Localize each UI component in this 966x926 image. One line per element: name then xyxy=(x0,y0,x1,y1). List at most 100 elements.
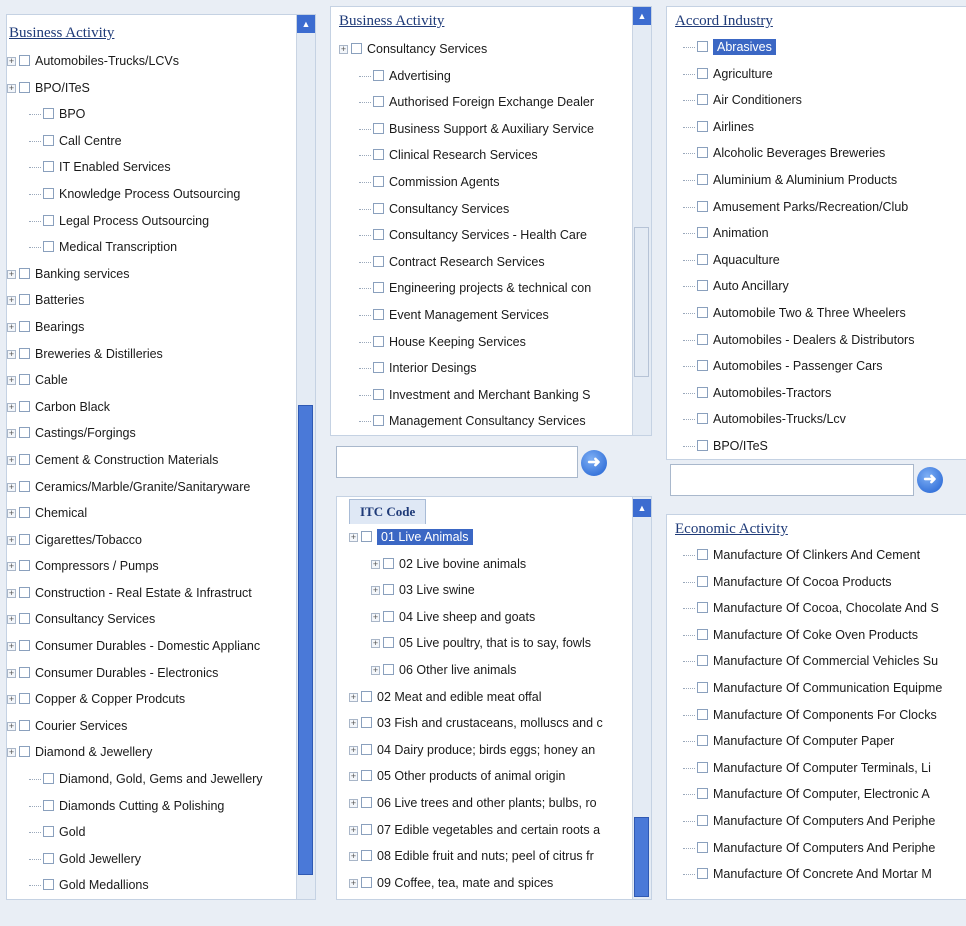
tree-item[interactable]: BPO/ITeS xyxy=(673,434,966,459)
tree-item[interactable]: +01 Live Animals xyxy=(339,525,631,552)
checkbox-icon[interactable] xyxy=(697,173,708,185)
tree-item[interactable]: + Compressors / Pumps xyxy=(7,554,295,581)
checkbox-icon[interactable] xyxy=(373,415,384,427)
checkbox-icon[interactable] xyxy=(373,122,384,134)
tree-item[interactable]: + Ceramics/Marble/Granite/Sanitaryware xyxy=(7,475,295,502)
scrollbar[interactable]: ▲ xyxy=(632,497,651,899)
checkbox-icon[interactable] xyxy=(373,255,384,267)
expand-icon[interactable]: + xyxy=(349,878,358,888)
tree-item[interactable]: +06 Other live animals xyxy=(339,658,631,685)
checkbox-icon[interactable] xyxy=(19,719,30,731)
scroll-thumb[interactable] xyxy=(634,227,649,377)
tree-item[interactable]: Call Centre xyxy=(7,129,295,156)
checkbox-icon[interactable] xyxy=(43,108,54,120)
tree-item[interactable]: +09 Coffee, tea, mate and spices xyxy=(339,871,631,898)
tree-item[interactable]: +02 Live bovine animals xyxy=(339,552,631,579)
expand-icon[interactable]: + xyxy=(349,692,358,702)
tree-item[interactable]: +04 Dairy produce; birds eggs; honey an xyxy=(339,738,631,765)
checkbox-icon[interactable] xyxy=(19,746,30,758)
tree-item[interactable]: Diamonds Cutting & Polishing xyxy=(7,794,295,821)
tree-item[interactable]: +07 Edible vegetables and certain roots … xyxy=(339,818,631,845)
tree-item[interactable]: Manufacture Of Cocoa Products xyxy=(673,570,966,597)
checkbox-icon[interactable] xyxy=(697,413,708,425)
tree-item[interactable]: + BPO/ITeS xyxy=(7,76,295,103)
checkbox-icon[interactable] xyxy=(697,841,708,853)
tree-item[interactable]: +02 Meat and edible meat offal xyxy=(339,685,631,712)
checkbox-icon[interactable] xyxy=(373,96,384,108)
tree-item[interactable]: Manufacture Of Computers And Periphe xyxy=(673,809,966,836)
checkbox-icon[interactable] xyxy=(697,575,708,587)
tree-item[interactable]: Manufacture Of Commercial Vehicles Su xyxy=(673,649,966,676)
tree-item[interactable]: + Batteries xyxy=(7,288,295,315)
tree-item[interactable]: + Carbon Black xyxy=(7,395,295,422)
checkbox-icon[interactable] xyxy=(383,610,394,622)
tree-item[interactable]: + Castings/Forgings xyxy=(7,421,295,448)
tree-item[interactable]: Clinical Research Services xyxy=(337,143,631,170)
tree-item[interactable]: + Cable xyxy=(7,368,295,395)
tree-item[interactable]: + Cement & Construction Materials xyxy=(7,448,295,475)
checkbox-icon[interactable] xyxy=(697,655,708,667)
checkbox-icon[interactable] xyxy=(373,175,384,187)
checkbox-icon[interactable] xyxy=(697,360,708,372)
tree-item[interactable]: Abrasives xyxy=(673,35,966,62)
tree-item[interactable]: Manufacture Of Computers And Periphe xyxy=(673,836,966,863)
tree-item[interactable]: Manufacture Of Computer, Electronic A xyxy=(673,782,966,809)
expand-icon[interactable]: + xyxy=(7,668,16,678)
tree-item[interactable]: + Automobiles-Trucks/LCVs xyxy=(7,49,295,76)
expand-icon[interactable]: + xyxy=(7,322,16,332)
checkbox-icon[interactable] xyxy=(361,770,372,782)
expand-icon[interactable]: + xyxy=(7,455,16,465)
tree-item[interactable]: +06 Live trees and other plants; bulbs, … xyxy=(339,791,631,818)
checkbox-icon[interactable] xyxy=(19,613,30,625)
checkbox-icon[interactable] xyxy=(697,735,708,747)
tree-item[interactable]: Gold Medallions xyxy=(7,873,295,899)
checkbox-icon[interactable] xyxy=(19,480,30,492)
tab-itc-code[interactable]: ITC Code xyxy=(349,499,427,524)
tree-item[interactable]: Alcoholic Beverages Breweries xyxy=(673,141,966,168)
checkbox-icon[interactable] xyxy=(19,666,30,678)
expand-icon[interactable]: + xyxy=(7,695,16,705)
expand-icon[interactable]: + xyxy=(7,588,16,598)
expand-icon[interactable]: + xyxy=(7,748,16,758)
checkbox-icon[interactable] xyxy=(361,850,372,862)
tree-item[interactable]: Aquaculture xyxy=(673,248,966,275)
checkbox-icon[interactable] xyxy=(43,879,54,891)
tree-item[interactable]: + Courier Services xyxy=(7,714,295,741)
checkbox-icon[interactable] xyxy=(383,663,394,675)
checkbox-icon[interactable] xyxy=(697,67,708,79)
tree-item[interactable]: Animation xyxy=(673,221,966,248)
expand-icon[interactable]: + xyxy=(7,562,16,572)
expand-icon[interactable]: + xyxy=(349,719,358,729)
checkbox-icon[interactable] xyxy=(697,814,708,826)
tree-item[interactable]: Contract Research Services xyxy=(337,250,631,277)
tree-item[interactable]: Manufacture Of Computer Terminals, Li xyxy=(673,756,966,783)
tree-item[interactable]: +08 Edible fruit and nuts; peel of citru… xyxy=(339,844,631,871)
checkbox-icon[interactable] xyxy=(361,717,372,729)
checkbox-icon[interactable] xyxy=(19,400,30,412)
expand-icon[interactable]: + xyxy=(371,586,380,596)
checkbox-icon[interactable] xyxy=(373,335,384,347)
tree-item[interactable]: Consultancy Services - Health Care xyxy=(337,223,631,250)
tree-item[interactable]: Management Consultancy Services xyxy=(337,409,631,435)
expand-icon[interactable]: + xyxy=(7,83,16,93)
checkbox-icon[interactable] xyxy=(697,439,708,451)
checkbox-icon[interactable] xyxy=(697,200,708,212)
checkbox-icon[interactable] xyxy=(19,267,30,279)
checkbox-icon[interactable] xyxy=(697,628,708,640)
tree-item[interactable]: Gold xyxy=(7,820,295,847)
checkbox-icon[interactable] xyxy=(43,852,54,864)
tree-item[interactable]: Manufacture Of Clinkers And Cement xyxy=(673,543,966,570)
expand-icon[interactable]: + xyxy=(349,772,358,782)
scrollbar[interactable]: ▲ xyxy=(632,7,651,435)
checkbox-icon[interactable] xyxy=(43,161,54,173)
tree-item[interactable]: Diamond, Gold, Gems and Jewellery xyxy=(7,767,295,794)
tree-item[interactable]: Engineering projects & technical con xyxy=(337,276,631,303)
checkbox-icon[interactable] xyxy=(373,308,384,320)
checkbox-icon[interactable] xyxy=(19,586,30,598)
tree-item[interactable]: +05 Other products of animal origin xyxy=(339,764,631,791)
checkbox-icon[interactable] xyxy=(361,743,372,755)
scrollbar[interactable]: ▲ xyxy=(296,15,315,899)
tree-item[interactable]: +05 Live poultry, that is to say, fowls xyxy=(339,631,631,658)
scroll-up-arrow-icon[interactable]: ▲ xyxy=(633,499,651,517)
expand-icon[interactable]: + xyxy=(7,269,16,279)
